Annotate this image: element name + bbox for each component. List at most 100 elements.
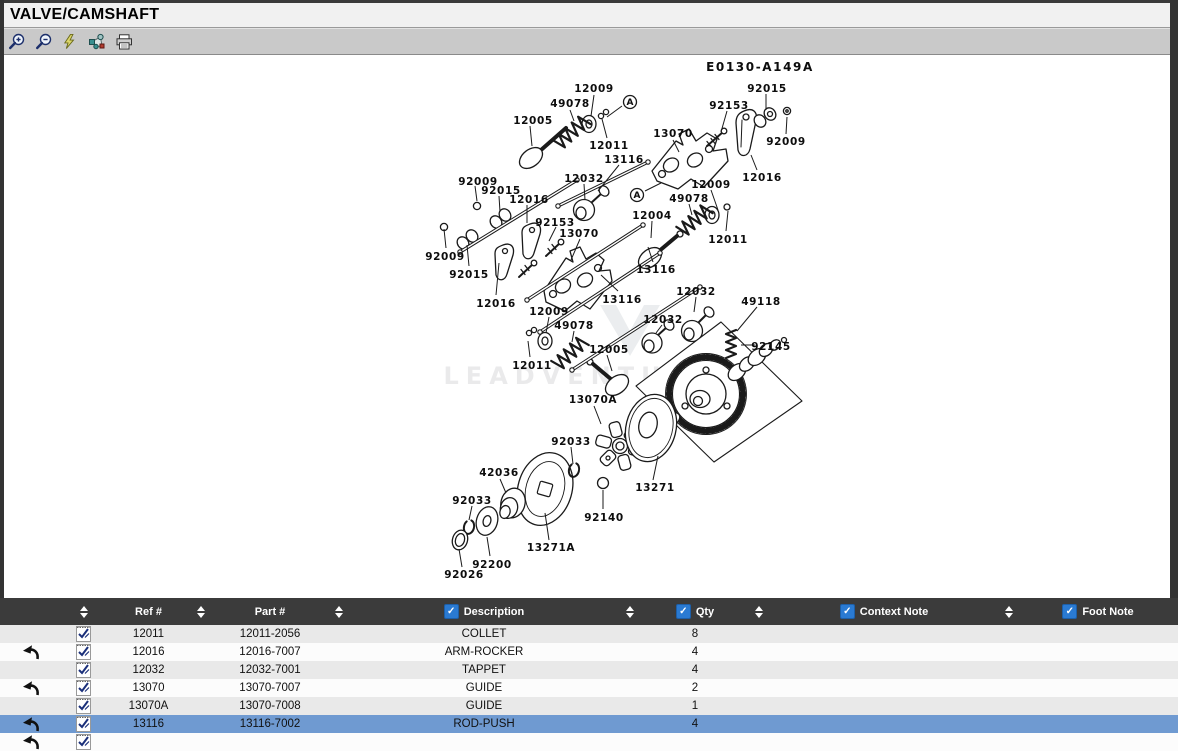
part-number-label[interactable]: 92015 (449, 269, 489, 281)
row-action-cell[interactable] (0, 643, 62, 661)
part-number-label[interactable]: 92009 (766, 136, 806, 148)
row-doc-cell[interactable] (62, 697, 105, 715)
header-context-note[interactable]: Context Note (768, 598, 1000, 625)
row-context-cell (768, 715, 1000, 733)
row-action-cell[interactable] (0, 679, 62, 697)
part-document-icon[interactable] (76, 734, 91, 750)
context-note-arrow-icon[interactable] (21, 716, 41, 732)
hotspots-icon (88, 33, 106, 50)
part-number-label[interactable]: 12032 (643, 314, 683, 326)
quick-view-button[interactable] (60, 32, 80, 52)
row-foot-cell (1018, 715, 1178, 733)
part-number-label[interactable]: 12032 (676, 286, 716, 298)
part-number-label[interactable]: 12016 (742, 172, 782, 184)
row-gap (620, 679, 640, 697)
part-number-label[interactable]: 92033 (452, 495, 492, 507)
part-number-label[interactable]: 92033 (551, 436, 591, 448)
hotspots-button[interactable] (87, 32, 107, 52)
header-foot-note[interactable]: Foot Note (1018, 598, 1178, 625)
qty-checkbox[interactable] (676, 604, 691, 619)
table-row[interactable]: 13070A13070-7008GUIDE1 (0, 697, 1178, 715)
part-number-label[interactable]: 12011 (708, 234, 748, 246)
part-number-label[interactable]: 12032 (564, 173, 604, 185)
part-document-icon[interactable] (76, 698, 91, 714)
sort-doc-column[interactable] (62, 598, 105, 625)
sort-icon (335, 606, 343, 618)
row-doc-cell[interactable] (62, 715, 105, 733)
part-document-icon[interactable] (76, 662, 91, 678)
part-document-icon[interactable] (76, 644, 91, 660)
header-description[interactable]: Description (348, 598, 620, 625)
sort-ref-column[interactable] (192, 598, 210, 625)
row-action-cell[interactable] (0, 715, 62, 733)
print-button[interactable] (114, 32, 134, 52)
header-part[interactable]: Part # (210, 598, 330, 625)
row-context-cell (768, 661, 1000, 679)
row-action-cell[interactable] (0, 625, 62, 643)
part-number-label[interactable]: 92026 (444, 569, 484, 581)
part-number-label[interactable]: 13271A (527, 542, 576, 554)
table-row[interactable]: 1311613116-7002ROD-PUSH4 (0, 715, 1178, 733)
part-number-label[interactable]: 13116 (602, 294, 642, 306)
row-gap (330, 679, 348, 697)
table-row[interactable]: 1203212032-7001TAPPET4 (0, 661, 1178, 679)
parts-table-body: 1201112011-2056COLLET81201612016-7007ARM… (0, 625, 1178, 751)
context-note-arrow-icon[interactable] (21, 644, 41, 660)
row-doc-cell[interactable] (62, 679, 105, 697)
part-number-label[interactable]: 13271 (635, 482, 675, 494)
qty-header-label: Qty (696, 606, 714, 618)
part-number-label[interactable]: 12011 (589, 140, 629, 152)
part-number-label[interactable]: 92009 (425, 251, 465, 263)
row-doc-cell[interactable] (62, 625, 105, 643)
part-number-label[interactable]: 13116 (604, 154, 644, 166)
part-number-label[interactable]: 13070A (569, 394, 618, 406)
header-qty[interactable]: Qty (640, 598, 750, 625)
part-number-label[interactable]: 12016 (476, 298, 516, 310)
sort-qty-column[interactable] (750, 598, 768, 625)
part-number-label[interactable]: 92140 (584, 512, 624, 524)
zoom-out-button[interactable] (33, 32, 53, 52)
part-number-label[interactable]: 12004 (632, 210, 672, 222)
zoom-in-button[interactable] (6, 32, 26, 52)
part-number-label[interactable]: 13116 (636, 264, 676, 276)
part-number-label[interactable]: 12009 (574, 83, 614, 95)
part-number-label[interactable]: 49078 (554, 320, 594, 332)
row-action-cell[interactable] (0, 661, 62, 679)
part-number-label[interactable]: 49118 (741, 296, 781, 308)
part-number-label[interactable]: 49078 (669, 193, 709, 205)
table-row[interactable]: 1201112011-2056COLLET8 (0, 625, 1178, 643)
part-number-label[interactable]: 12009 (529, 306, 569, 318)
part-document-icon[interactable] (76, 716, 91, 732)
foot-note-checkbox[interactable] (1062, 604, 1077, 619)
context-note-arrow-icon[interactable] (21, 680, 41, 696)
part-number-label[interactable]: 92145 (751, 341, 791, 353)
row-doc-cell[interactable] (62, 661, 105, 679)
description-checkbox[interactable] (444, 604, 459, 619)
row-doc-cell[interactable] (62, 643, 105, 661)
part-number-label[interactable]: 13070 (653, 128, 693, 140)
part-number-label[interactable]: 49078 (550, 98, 590, 110)
part-number-label[interactable]: 12016 (509, 194, 549, 206)
part-number-label[interactable]: 12011 (512, 360, 552, 372)
part-number-label[interactable]: 12005 (513, 115, 553, 127)
row-gap (1000, 661, 1018, 679)
part-document-icon[interactable] (76, 626, 91, 642)
table-row[interactable]: 1307013070-7007GUIDE2 (0, 679, 1178, 697)
header-ref[interactable]: Ref # (105, 598, 192, 625)
table-row[interactable]: 1201612016-7007ARM-ROCKER4 (0, 643, 1178, 661)
part-number-label[interactable]: 92153 (709, 100, 749, 112)
part-number-label[interactable]: 42036 (479, 467, 519, 479)
context-note-checkbox[interactable] (840, 604, 855, 619)
part-number-label[interactable]: 12005 (589, 344, 629, 356)
part-number-label[interactable]: 92015 (747, 83, 787, 95)
part-number-label[interactable]: 12009 (691, 179, 731, 191)
row-part-cell: 13070-7008 (210, 697, 330, 715)
sort-description-column[interactable] (620, 598, 640, 625)
exploded-parts-diagram[interactable]: LEADVENTURE (0, 56, 1178, 598)
part-number-label[interactable]: 13070 (559, 228, 599, 240)
context-note-arrow-icon[interactable] (21, 734, 41, 750)
sort-part-column[interactable] (330, 598, 348, 625)
row-action-cell[interactable] (0, 697, 62, 715)
part-document-icon[interactable] (76, 680, 91, 696)
sort-context-column[interactable] (1000, 598, 1018, 625)
